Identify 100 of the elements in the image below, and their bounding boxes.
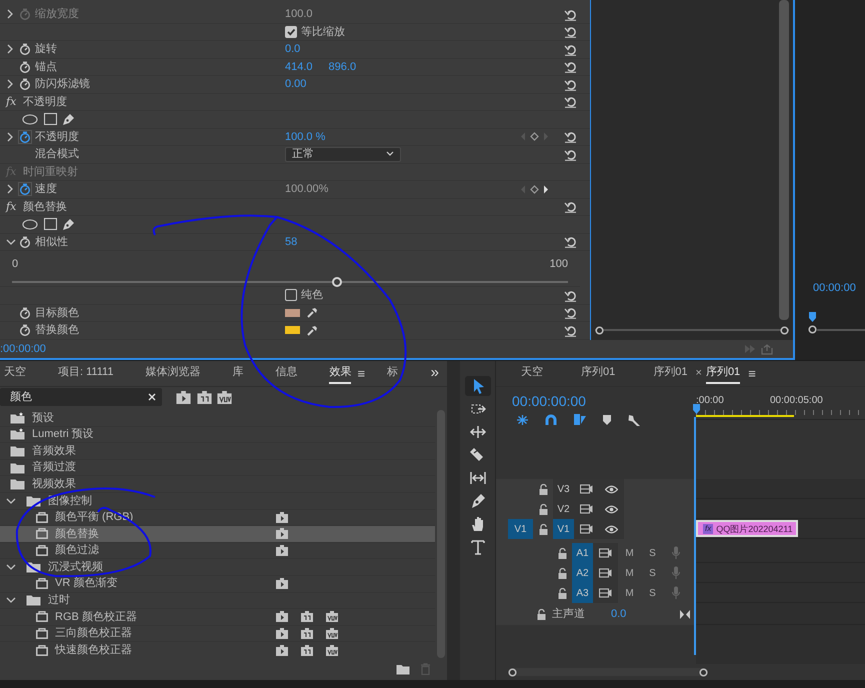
meter-toggle-icon[interactable] (680, 610, 690, 618)
reset-icon[interactable] (564, 60, 577, 74)
reset-icon[interactable] (564, 78, 577, 91)
effect-list-item[interactable]: VR 颜色渐变 (0, 576, 435, 593)
expand-chevron-icon[interactable] (6, 79, 14, 90)
fx-toggle[interactable]: fx (6, 198, 23, 215)
reset-icon[interactable] (564, 25, 577, 38)
keyframe-diamond-icon[interactable] (530, 132, 539, 142)
lock-icon[interactable] (537, 608, 546, 620)
lock-icon[interactable] (558, 568, 566, 578)
sync-lock-icon[interactable] (599, 548, 612, 558)
ellipse-mask-icon[interactable] (22, 114, 38, 125)
effect-list-item[interactable]: 音频过渡 (0, 460, 435, 476)
property-value[interactable]: 896.0 (328, 58, 356, 75)
reset-icon[interactable] (564, 95, 577, 108)
effect-list-item[interactable]: 沉浸式视频 (0, 559, 435, 576)
mute-button[interactable]: M (618, 566, 641, 580)
program-timecode[interactable]: 00:00:00 (795, 280, 865, 296)
stopwatch-icon[interactable] (18, 234, 32, 249)
source-patch-button[interactable]: V1 (508, 519, 533, 539)
stopwatch-icon[interactable] (18, 77, 32, 92)
stopwatch-icon[interactable] (18, 182, 32, 196)
horizontal-scrollbar[interactable] (508, 668, 708, 676)
sync-lock-icon[interactable] (580, 504, 593, 514)
playhead-marker-icon[interactable] (809, 312, 816, 322)
scroll-handle-icon[interactable] (508, 668, 517, 676)
collapse-chevron-icon[interactable] (6, 563, 16, 572)
stopwatch-icon[interactable] (18, 60, 32, 74)
panel-tab[interactable]: 库 (232, 364, 244, 384)
sync-lock-icon[interactable] (580, 524, 593, 534)
rectangle-mask-icon[interactable] (44, 113, 56, 126)
linked-selection-icon[interactable] (573, 413, 587, 426)
effect-list-item[interactable]: 预设 (0, 410, 435, 427)
color-swatch[interactable] (285, 308, 300, 317)
checkbox[interactable]: 等比缩放 (285, 24, 345, 40)
track-target-button[interactable]: A1 (572, 543, 593, 563)
sync-lock-icon[interactable] (599, 588, 612, 598)
scroll-handle-icon[interactable] (699, 668, 708, 676)
scroll-handle-icon[interactable] (808, 325, 817, 334)
video-clip[interactable]: fx QQ图片202204211 (696, 520, 798, 537)
stopwatch-icon[interactable] (18, 42, 32, 56)
lock-icon[interactable] (558, 548, 566, 558)
blend-mode-dropdown[interactable]: 正常 (285, 146, 401, 162)
expand-chevron-icon[interactable] (6, 44, 14, 54)
property-value[interactable]: 58 (285, 234, 298, 250)
eyedropper-icon[interactable] (306, 306, 318, 320)
sync-lock-icon[interactable] (580, 484, 593, 494)
panel-tab[interactable]: 信息 (275, 364, 298, 384)
expand-chevron-icon[interactable] (6, 184, 14, 194)
lock-icon[interactable] (538, 484, 548, 494)
clear-icon[interactable] (148, 393, 156, 401)
reset-icon[interactable] (564, 288, 577, 302)
reset-icon[interactable] (564, 235, 577, 248)
sequence-tab[interactable]: 序列01 (706, 364, 740, 384)
eye-icon[interactable] (605, 504, 618, 514)
reset-icon[interactable] (564, 306, 577, 320)
playhead-marker-icon[interactable] (693, 404, 700, 414)
stopwatch-icon[interactable] (18, 323, 32, 338)
dropdown-caret-icon[interactable] (386, 151, 394, 158)
property-value[interactable]: 414.0 (285, 58, 313, 75)
lock-icon[interactable] (558, 588, 566, 598)
panel-tab[interactable]: 媒体浏览器 (145, 364, 200, 384)
mute-button[interactable]: M (618, 586, 641, 600)
effect-list-item[interactable]: 过时 (0, 592, 435, 610)
panel-tab[interactable]: 效果 (329, 364, 352, 384)
ellipse-mask-icon[interactable] (22, 218, 38, 230)
yuv-icon[interactable] (217, 390, 232, 404)
solo-button[interactable]: S (641, 586, 664, 600)
property-value[interactable]: 0.00 (285, 76, 306, 92)
sync-lock-icon[interactable] (599, 568, 612, 578)
reset-icon[interactable] (564, 130, 577, 144)
panel-tab[interactable]: 天空 (4, 364, 26, 384)
keyframe-diamond-icon[interactable] (530, 184, 539, 194)
property-value[interactable]: 0.0 (285, 41, 300, 58)
sequence-tab[interactable]: 序列01 (581, 364, 616, 384)
panel-overflow-button[interactable]: » (430, 362, 439, 385)
master-volume-value[interactable]: 0.0 (611, 606, 626, 622)
panel-menu-button[interactable]: ≡ (357, 364, 366, 384)
new-folder-icon[interactable] (396, 664, 410, 674)
track-target-button[interactable]: V1 (553, 519, 574, 539)
sequence-tab[interactable]: 序列01 (653, 364, 688, 384)
stopwatch-icon[interactable] (18, 130, 32, 144)
effect-list-item[interactable]: 视频效果 (0, 476, 435, 493)
rectangle-mask-icon[interactable] (44, 218, 56, 230)
eyedropper-icon[interactable] (306, 324, 318, 337)
marker-icon[interactable] (603, 414, 611, 424)
effect-list-item[interactable]: 三向颜色校正器 (0, 626, 435, 642)
reset-icon[interactable] (564, 148, 577, 161)
nest-icon[interactable] (516, 414, 529, 426)
eye-icon[interactable] (605, 524, 618, 534)
track-target-button[interactable]: V2 (553, 499, 574, 519)
wrench-icon[interactable] (627, 413, 640, 426)
panel-tab[interactable]: 项目: 11111 (58, 364, 114, 384)
fx-toggle[interactable]: fx (6, 94, 23, 110)
effect-list-item[interactable]: Lumetri 预设 (0, 426, 435, 444)
eye-icon[interactable] (605, 484, 618, 494)
effect-list-item[interactable]: 颜色过滤 (0, 542, 435, 560)
collapse-chevron-icon[interactable] (6, 238, 16, 246)
solo-button[interactable]: S (641, 566, 664, 580)
effect-list-item[interactable]: 颜色替换 (0, 526, 435, 543)
